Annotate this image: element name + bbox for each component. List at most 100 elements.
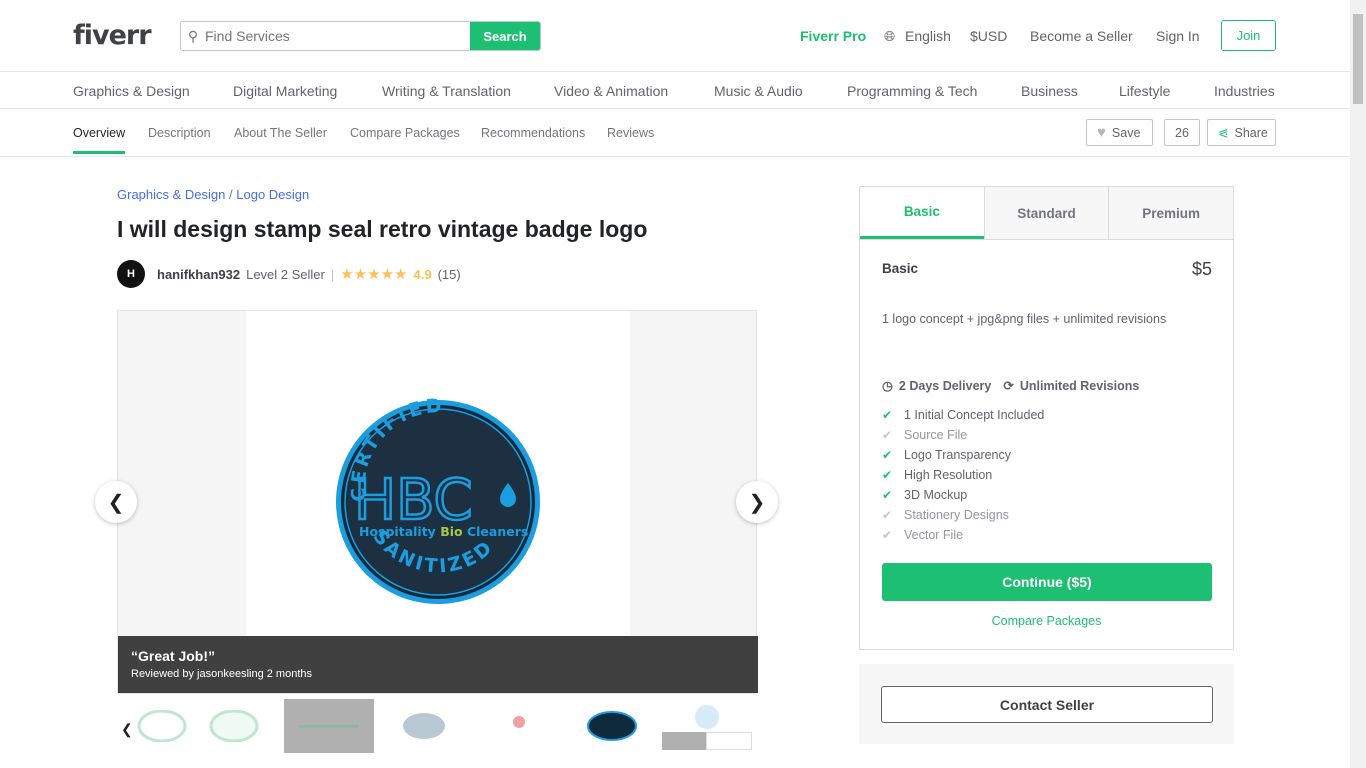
search-icon: ⚲ [187,27,199,44]
category-video-animation[interactable]: Video & Animation [554,83,668,99]
scrollbar[interactable] [1350,0,1366,768]
thumbnail[interactable] [474,699,564,753]
scrollbar-thumb[interactable] [1353,14,1363,104]
delivery-info: ◷ 2 Days Delivery ⟳ Unlimited Revisions [882,378,1140,394]
contact-seller-box: Contact Seller [859,664,1234,744]
gig-subnav: Overview Description About The Seller Co… [0,109,1350,157]
package-panel: Basic Standard Premium Basic $5 1 logo c… [859,186,1234,650]
feature-item: ✔ Source File [882,425,1044,445]
feature-label: Vector File [904,528,964,542]
category-graphics-design[interactable]: Graphics & Design [73,83,190,99]
thumbnail[interactable] [284,699,374,753]
seller-name[interactable]: hanifkhan932 [157,267,240,282]
check-icon: ✔ [882,428,893,442]
share-button[interactable]: ⪗ Share [1207,119,1276,146]
breadcrumb: Graphics & Design / Logo Design [117,187,309,202]
feature-label: 3D Mockup [904,488,968,502]
gallery-next-button[interactable]: ❯ [736,481,778,523]
logo-sub-2: Bio [440,524,463,539]
review-quote: “Great Job!” [131,648,216,664]
language-link[interactable]: English [905,28,951,44]
become-seller-link[interactable]: Become a Seller [1030,28,1133,44]
package-tab-basic[interactable]: Basic [860,187,984,239]
clock-icon: ◷ [882,379,893,393]
tab-recommendations[interactable]: Recommendations [481,126,585,140]
save-button[interactable]: ♥ Save [1086,119,1153,146]
feature-label: Source File [904,428,968,442]
feature-label: Logo Transparency [904,448,1012,462]
category-business[interactable]: Business [1021,83,1078,99]
feature-item: ✔ Vector File [882,525,1044,545]
chevron-right-icon: ❯ [748,491,766,514]
check-icon: ✔ [882,468,893,482]
contact-seller-button[interactable]: Contact Seller [881,686,1213,723]
fiverr-pro-link[interactable]: Fiverr Pro [800,28,866,44]
delivery-time: 2 Days Delivery [898,378,992,393]
feature-item: ✔ 1 Initial Concept Included [882,405,1044,425]
feature-item: ✔ High Resolution [882,465,1044,485]
refresh-icon: ⟳ [1003,379,1014,393]
thumbnail[interactable] [189,699,279,753]
category-writing-translation[interactable]: Writing & Translation [382,83,511,99]
tab-overview[interactable]: Overview [73,126,126,154]
seller-overview: H hanifkhan932 Level 2 Seller | ★★★★★ 4.… [117,260,461,288]
category-music-audio[interactable]: Music & Audio [714,83,803,99]
sign-in-link[interactable]: Sign In [1156,28,1200,44]
category-industries[interactable]: Industries [1214,83,1275,99]
category-lifestyle[interactable]: Lifestyle [1119,83,1170,99]
fiverr-logo[interactable]: fiverr [73,20,152,51]
feature-item: ✔ Logo Transparency [882,445,1044,465]
search-input[interactable] [205,22,470,50]
check-icon: ✔ [882,448,893,462]
rating-score: 4.9 [413,266,432,282]
star-rating-icons: ★★★★★ [340,266,408,283]
tab-reviews[interactable]: Reviews [607,126,654,140]
breadcrumb-separator: / [229,187,233,202]
heart-icon: ♥ [1097,124,1106,141]
check-icon: ✔ [882,508,893,522]
thumbnail[interactable] [567,699,657,753]
rating-count[interactable]: (15) [438,267,461,282]
gig-gallery: CERTIFIED SANITIZED HBC Hospitality Bio … [117,310,758,694]
save-count: 26 [1164,119,1200,146]
revisions: Unlimited Revisions [1019,378,1140,393]
avatar[interactable]: H [117,260,145,288]
thumbnail[interactable] [379,699,469,753]
search-bar: ⚲ Search [180,21,541,51]
share-icon: ⪗ [1218,126,1229,140]
package-name: Basic [882,261,919,276]
package-description: 1 logo concept + jpg&png files + unlimit… [882,312,1167,326]
check-icon: ✔ [882,408,893,422]
gallery-prev-button[interactable]: ❮ [95,481,137,523]
logo-sub-3: Cleaners [467,524,528,539]
feature-label: High Resolution [904,468,993,482]
category-programming-tech[interactable]: Programming & Tech [847,83,977,99]
globe-icon: 🌐︎ [884,28,896,44]
gallery-thumbnails: ❮ [117,699,757,754]
feature-label: 1 Initial Concept Included [904,408,1045,422]
package-tab-standard[interactable]: Standard [983,187,1109,239]
continue-button[interactable]: Continue ($5) [882,563,1212,601]
svg-text:Hospitality Bio Cleaners: Hospitality Bio Cleaners [359,524,528,539]
share-label: Share [1234,125,1268,140]
search-button[interactable]: Search [470,22,540,50]
breadcrumb-logo-design[interactable]: Logo Design [236,187,309,202]
breadcrumb-graphics-design[interactable]: Graphics & Design [117,187,225,202]
category-nav: Graphics & Design Digital Marketing Writ… [0,72,1350,109]
save-label: Save [1111,125,1141,140]
tab-compare-packages[interactable]: Compare Packages [350,126,460,140]
gallery-main-image: CERTIFIED SANITIZED HBC Hospitality Bio … [246,311,630,637]
join-button[interactable]: Join [1221,20,1276,51]
top-header: fiverr ⚲ Search Fiverr Pro 🌐︎ English $U… [0,0,1350,72]
thumbnail[interactable] [662,699,752,753]
tab-description[interactable]: Description [148,126,211,140]
category-digital-marketing[interactable]: Digital Marketing [233,83,337,99]
review-overlay: “Great Job!” Reviewed by jasonkeesling 2… [118,636,758,693]
package-price: $5 [1191,259,1212,279]
thumbnail-prev-icon[interactable]: ❮ [121,721,133,738]
compare-packages-link[interactable]: Compare Packages [860,614,1233,628]
tab-about-seller[interactable]: About The Seller [234,126,327,140]
check-icon: ✔ [882,488,893,502]
currency-link[interactable]: $USD [970,28,1007,44]
package-tab-premium[interactable]: Premium [1108,187,1234,239]
